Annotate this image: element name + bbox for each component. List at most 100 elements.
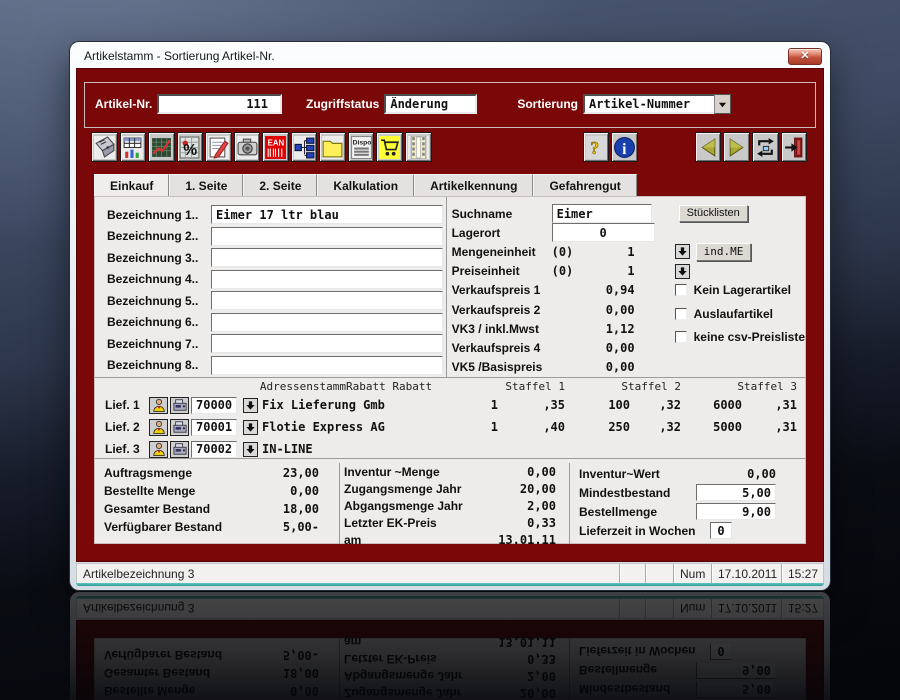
folder-button[interactable] [319, 132, 346, 162]
statusbar-message: Artikelbezeichnung 3 [83, 566, 195, 581]
bezeichnung-1-label: Bezeichnung 1.. [107, 207, 199, 222]
auftragsmenge-value: 23,00 [282, 466, 319, 480]
fax-icon[interactable] [170, 418, 189, 436]
header-fieldset: Artikel-Nr. Zugriffstatus Sortierung [84, 82, 816, 128]
nav-forward-button[interactable] [723, 132, 750, 162]
bezeichnung-4-input[interactable] [211, 269, 443, 289]
tab-1-seite[interactable]: 1. Seite [169, 174, 244, 196]
supplier-section: AdressenstammRabatt Rabatt Staffel 1 Sta… [95, 378, 805, 459]
lief-2-staffel1-rabatt: ,40 [543, 420, 565, 434]
lagerort-input[interactable] [551, 223, 655, 243]
einkauf-panel: Bezeichnung 1.. Bezeichnung 2.. Bezeichn… [94, 196, 806, 547]
bezeichnung-7-input[interactable] [211, 334, 443, 354]
table-chart-button[interactable] [119, 132, 147, 162]
window-title: Artikelstamm - Sortierung Artikel-Nr. [84, 49, 275, 63]
preiseinheit-down-icon[interactable] [674, 263, 690, 279]
titlebar[interactable]: Artikelstamm - Sortierung Artikel-Nr. ✕ [76, 45, 824, 68]
tab-artikelkennung[interactable]: Artikelkennung [414, 174, 534, 196]
stock-right-column: Inventur~Wert 0,00 Mindestbestand Bestell… [570, 463, 805, 544]
client-area: Artikel-Nr. Zugriffstatus Sortierung % E… [76, 68, 824, 562]
artikel-nr-input[interactable] [157, 94, 282, 114]
auslaufartikel-checkbox[interactable] [674, 307, 687, 320]
sortierung-dropdown[interactable] [583, 94, 732, 114]
nav-forward-icon [729, 137, 744, 157]
staffel-1-header: Staffel 1 [505, 380, 565, 393]
help-button[interactable]: ? [582, 132, 610, 162]
percent-calc-button[interactable]: % [176, 132, 204, 162]
vk5-value: 0,00 [605, 360, 635, 375]
tab-2-seite[interactable]: 2. Seite [243, 174, 318, 196]
camera-button[interactable] [233, 132, 261, 162]
nav-back-button[interactable] [694, 132, 722, 162]
ean-barcode-button[interactable]: EAN [262, 132, 289, 162]
close-button[interactable]: ✕ [788, 47, 822, 65]
suchname-input[interactable] [551, 204, 652, 224]
zugangsmenge-label: Zugangsmenge Jahr [344, 482, 462, 497]
dispo-icon-label: Dispo [352, 139, 371, 146]
exit-button[interactable] [780, 132, 808, 162]
lief-3-label: Lief. 3 [105, 442, 140, 456]
vk5-label: VK5 /Basispreis [451, 360, 543, 375]
bezeichnung-1-input[interactable] [211, 205, 443, 225]
bezeichnung-8-input[interactable] [211, 355, 443, 375]
contact-person-icon[interactable] [149, 418, 168, 436]
statusbar-date: 17.10.2011 [711, 564, 781, 583]
abgangsmenge-label: Abgangsmenge Jahr [344, 498, 463, 513]
statistics-button[interactable] [148, 132, 175, 162]
bezeichnung-5-input[interactable] [211, 291, 443, 311]
bezeichnung-3-input[interactable] [211, 248, 443, 268]
zugriffstatus-input[interactable] [384, 94, 478, 114]
stuecklisten-button[interactable]: Stücklisten [678, 205, 748, 223]
chevron-down-icon[interactable] [714, 94, 732, 114]
lief-1-staffel1-menge: 1 [490, 398, 498, 412]
contact-person-icon[interactable] [149, 440, 168, 458]
fax-icon[interactable] [170, 396, 189, 414]
cart-button[interactable] [376, 132, 404, 162]
structure-button[interactable] [290, 132, 318, 162]
desktop-background: Artikelstamm - Sortierung Artikel-Nr. ✕ … [0, 0, 900, 700]
keine-csv-preisliste-checkbox[interactable] [674, 330, 687, 343]
verkaufspreis-1-label: Verkaufspreis 1 [451, 283, 541, 298]
contact-person-icon[interactable] [149, 396, 168, 414]
edit-note-button[interactable] [205, 132, 232, 162]
lief-1-nr-input[interactable] [191, 396, 237, 414]
bezeichnung-6-label: Bezeichnung 6.. [107, 315, 199, 330]
print-button[interactable] [91, 132, 118, 162]
bezeichnung-6-input[interactable] [211, 312, 443, 332]
tab-kalkulation[interactable]: Kalkulation [317, 174, 415, 196]
mengeneinheit-label: Mengeneinheit [451, 244, 536, 259]
svg-text:?: ? [590, 137, 599, 157]
tab-einkauf[interactable]: Einkauf [94, 174, 170, 196]
zugangsmenge-value: 20,00 [519, 482, 556, 497]
info-button[interactable]: i [611, 132, 638, 162]
folder-icon [322, 135, 344, 159]
lief-2-staffel1-menge: 1 [490, 420, 498, 434]
lieferzeit-input[interactable] [710, 522, 732, 539]
ind-me-button[interactable]: ind.ME [695, 242, 752, 261]
verkaufspreis-4-label: Verkaufspreis 4 [451, 340, 541, 355]
zugriffstatus-label: Zugriffstatus [306, 97, 380, 111]
lief-2-nr-input[interactable] [191, 418, 237, 436]
lief-3-nr-input[interactable] [191, 440, 237, 458]
swap-record-button[interactable] [751, 132, 779, 162]
staffel-2-header: Staffel 2 [621, 380, 681, 393]
fax-icon[interactable] [170, 440, 189, 458]
supplier-row: Lief. 3 IN-LINE [105, 438, 797, 460]
lief-2-staffel2-rabatt: ,32 [659, 420, 681, 434]
inventur-wert-label: Inventur~Wert [579, 466, 660, 481]
bestellmenge-input[interactable] [696, 503, 776, 520]
mindestbestand-input[interactable] [696, 484, 776, 501]
kein-lagerartikel-checkbox[interactable] [674, 284, 687, 297]
lief-1-label: Lief. 1 [105, 398, 140, 412]
tab-gefahrengut[interactable]: Gefahrengut [533, 174, 637, 196]
sortierung-value[interactable] [583, 94, 715, 114]
dispo-button[interactable]: Dispo [347, 132, 375, 162]
mengeneinheit-down-icon[interactable] [674, 244, 690, 260]
mengeneinheit-paren: (0) [551, 244, 574, 259]
bezeichnung-2-input[interactable] [211, 226, 443, 246]
table-chart-icon [122, 135, 144, 159]
statusbar-cell-empty [645, 564, 673, 583]
filmstrip-button[interactable] [405, 132, 432, 162]
edit-note-icon [207, 135, 229, 159]
supplier-row: Lief. 1 Fix Lieferung Gmb 1 ,35 100 ,32 … [105, 394, 797, 416]
